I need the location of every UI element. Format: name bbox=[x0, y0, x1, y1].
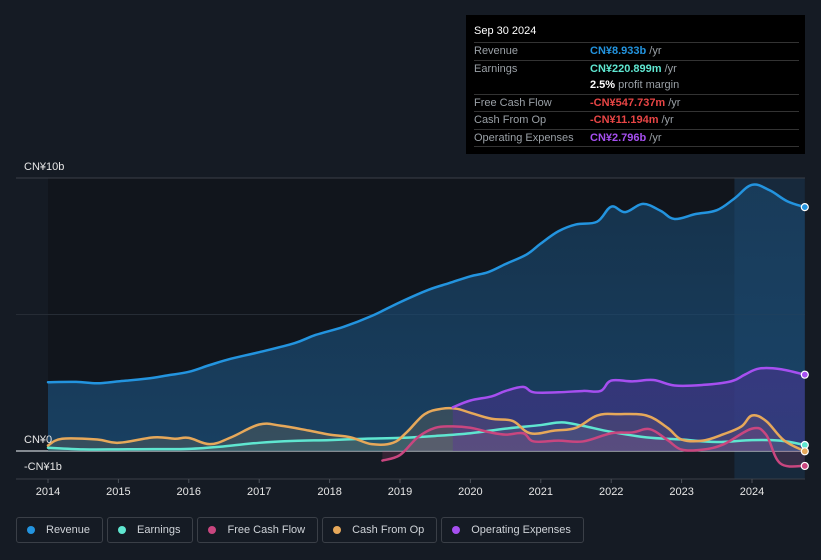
tooltip-row-value: CN¥2.796b bbox=[590, 131, 647, 144]
x-tick-label: 2019 bbox=[388, 486, 412, 498]
legend-item-operating-expenses[interactable]: Operating Expenses bbox=[441, 517, 584, 543]
legend-label: Cash From Op bbox=[352, 524, 425, 536]
x-tick-label: 2018 bbox=[317, 486, 341, 498]
x-tick-label: 2015 bbox=[106, 486, 130, 498]
x-tick-label: 2023 bbox=[669, 486, 693, 498]
x-axis: 2014 2015 2016 2017 2018 2019 2020 2021 2022 2023… bbox=[16, 478, 805, 498]
tooltip-row-value: -CN¥547.737m bbox=[590, 96, 666, 109]
y-tick-label: CN¥10b bbox=[24, 161, 64, 173]
x-tick-label: 2020 bbox=[458, 486, 482, 498]
x-tick-label: 2017 bbox=[247, 486, 271, 498]
tooltip-row-label: Earnings bbox=[474, 62, 518, 75]
tooltip-row-operating-expenses: Operating Expenses CN¥2.796b/yr bbox=[474, 130, 799, 147]
y-tick-label: CN¥0 bbox=[24, 434, 52, 446]
tooltip-row-value: CN¥220.899m bbox=[590, 62, 662, 75]
tooltip-row-value: CN¥8.933b bbox=[590, 45, 647, 58]
tooltip-row-unit: /yr bbox=[668, 96, 681, 109]
tooltip-row-unit: /yr bbox=[649, 131, 662, 144]
tooltip-rows: Revenue CN¥8.933b/yr Earnings CN¥220.899m/y… bbox=[474, 43, 799, 147]
tooltip-row-value: -CN¥11.194m bbox=[590, 114, 659, 127]
tooltip-row-unit: /yr bbox=[649, 45, 662, 58]
legend-dot-icon bbox=[118, 526, 127, 534]
legend-dot-icon bbox=[208, 526, 217, 534]
x-tick-label: 2014 bbox=[36, 486, 60, 498]
legend-item-cash-from-op[interactable]: Cash From Op bbox=[322, 517, 438, 543]
end-marker-operating-expenses bbox=[800, 370, 809, 379]
legend-label: Revenue bbox=[46, 524, 91, 536]
legend-item-free-cash-flow[interactable]: Free Cash Flow bbox=[197, 517, 319, 543]
tooltip-row-unit: /yr bbox=[664, 62, 677, 75]
legend-item-earnings[interactable]: Earnings bbox=[107, 517, 194, 543]
tooltip-row-free-cash-flow: Free Cash Flow -CN¥547.737m/yr bbox=[474, 95, 799, 112]
tooltip-row-label: Revenue bbox=[474, 45, 519, 58]
tooltip-row-label: Operating Expenses bbox=[474, 131, 574, 144]
tooltip-row-unit: profit margin bbox=[618, 79, 680, 92]
legend-dot-icon bbox=[452, 526, 461, 534]
tooltip-date: Sep 30 2024 bbox=[474, 23, 799, 43]
tooltip-panel: Sep 30 2024 Revenue CN¥8.933b/yr Earnings C… bbox=[466, 15, 805, 154]
end-marker-free-cash-flow bbox=[800, 461, 809, 471]
tooltip-row-unit: /yr bbox=[661, 114, 674, 127]
end-marker-cash-from-op bbox=[800, 447, 809, 456]
tooltip-row-label: Cash From Op bbox=[474, 114, 547, 127]
legend-dot-icon bbox=[27, 526, 35, 534]
tooltip-row-cash-from-op: Cash From Op -CN¥11.194m/yr bbox=[474, 112, 799, 130]
tooltip-row-label: Free Cash Flow bbox=[474, 96, 552, 109]
tooltip-row-profit-margin: 2.5% profit margin bbox=[474, 77, 799, 95]
tooltip-row-earnings: Earnings CN¥220.899m/yr bbox=[474, 61, 799, 78]
end-marker-revenue bbox=[800, 203, 809, 212]
x-tick-label: 2016 bbox=[177, 486, 201, 498]
tooltip-row-revenue: Revenue CN¥8.933b/yr bbox=[474, 43, 799, 61]
legend-label: Free Cash Flow bbox=[227, 524, 306, 536]
y-tick-label: -CN¥1b bbox=[24, 461, 62, 473]
legend-dot-icon bbox=[333, 526, 342, 534]
x-tick-label: 2022 bbox=[599, 486, 623, 498]
legend-label: Earnings bbox=[137, 524, 181, 536]
legend-item-revenue[interactable]: Revenue bbox=[16, 517, 104, 543]
legend: Revenue Earnings Free Cash Flow Cash From O… bbox=[16, 517, 584, 543]
x-tick-label: 2021 bbox=[529, 486, 553, 498]
legend-label: Operating Expenses bbox=[471, 524, 571, 536]
x-tick-label: 2024 bbox=[740, 486, 764, 498]
tooltip-row-value: 2.5% bbox=[590, 79, 616, 92]
